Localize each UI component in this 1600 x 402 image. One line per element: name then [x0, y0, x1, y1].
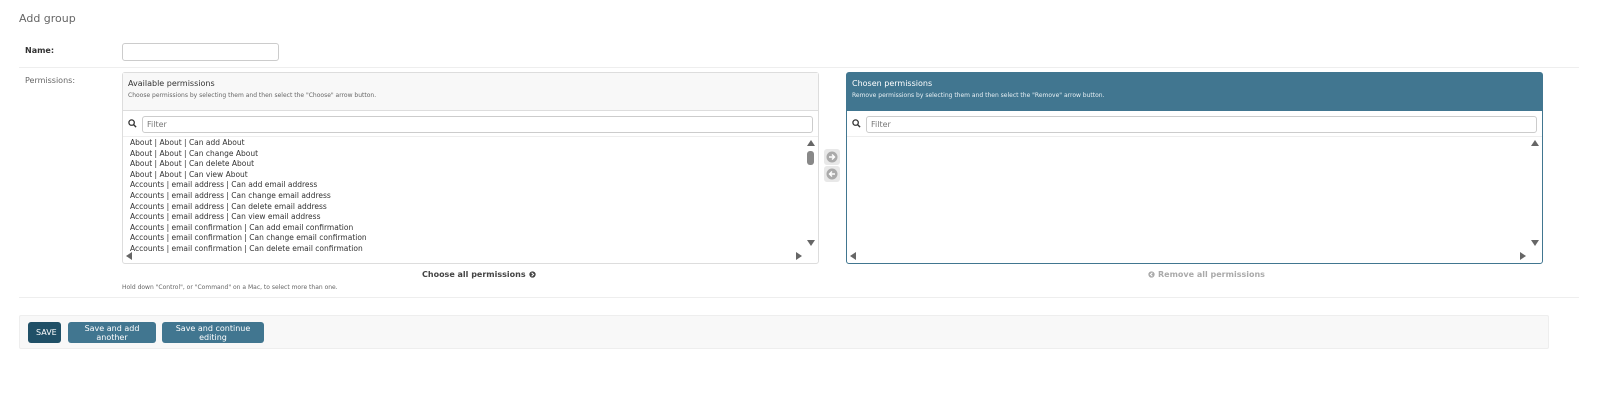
scroll-up-icon[interactable]: [807, 140, 815, 146]
scroll-up-icon[interactable]: [1531, 140, 1539, 146]
permission-option[interactable]: About | About | Can view About: [130, 170, 818, 181]
available-header: Available permissions Choose permissions…: [123, 73, 818, 111]
chosen-vertical-scrollbar[interactable]: [1530, 137, 1540, 249]
permission-option[interactable]: About | About | Can delete About: [130, 159, 818, 170]
available-filter-input[interactable]: [142, 116, 813, 133]
remove-all-label: Remove all permissions: [1158, 270, 1265, 279]
permission-option[interactable]: Accounts | email address | Can delete em…: [130, 202, 818, 213]
chosen-horizontal-scrollbar[interactable]: [847, 250, 1542, 262]
available-permissions-box: Available permissions Choose permissions…: [122, 72, 819, 264]
multi-select-help: Hold down "Control", or "Command" on a M…: [122, 284, 338, 291]
scroll-down-icon[interactable]: [1531, 240, 1539, 246]
available-permissions-list[interactable]: About | About | Can add About About | Ab…: [123, 137, 818, 262]
permission-option[interactable]: Accounts | email address | Can view emai…: [130, 212, 818, 223]
chosen-filter-input[interactable]: [866, 116, 1537, 133]
save-and-continue-button[interactable]: Save and continue editing: [162, 322, 264, 343]
permission-option[interactable]: Accounts | email address | Can change em…: [130, 191, 818, 202]
scroll-down-icon[interactable]: [807, 240, 815, 246]
available-title: Available permissions: [128, 79, 215, 88]
search-icon: [852, 119, 861, 128]
remove-all-link[interactable]: Remove all permissions: [1148, 270, 1265, 279]
permission-option[interactable]: Accounts | email confirmation | Can chan…: [130, 233, 818, 244]
chosen-help: Remove permissions by selecting them and…: [852, 92, 1105, 99]
permission-option[interactable]: Accounts | email confirmation | Can add …: [130, 223, 818, 234]
arrow-right-circle-icon: [826, 151, 838, 163]
chosen-title: Chosen permissions: [852, 79, 933, 88]
chosen-permissions-list[interactable]: [847, 137, 1542, 262]
remove-arrow-button[interactable]: [824, 166, 840, 182]
arrow-left-circle-icon: [826, 168, 838, 180]
permission-option[interactable]: Accounts | email address | Can add email…: [130, 180, 818, 191]
name-label: Name:: [25, 46, 55, 55]
name-input[interactable]: [122, 43, 279, 61]
scroll-thumb[interactable]: [807, 151, 814, 165]
scroll-right-icon[interactable]: [796, 252, 802, 260]
page-title: Add group: [19, 12, 76, 25]
submit-row: SAVE Save and add another Save and conti…: [19, 315, 1549, 349]
chosen-permissions-box: Chosen permissions Remove permissions by…: [846, 72, 1543, 264]
available-horizontal-scrollbar[interactable]: [123, 250, 818, 262]
available-vertical-scrollbar[interactable]: [806, 137, 816, 249]
choose-all-link[interactable]: Choose all permissions: [422, 270, 536, 279]
scroll-left-icon[interactable]: [850, 252, 856, 260]
permission-option[interactable]: About | About | Can add About: [130, 138, 818, 149]
permission-option[interactable]: About | About | Can change About: [130, 149, 818, 160]
save-button[interactable]: SAVE: [28, 322, 61, 343]
available-filter-row: [123, 111, 818, 137]
choose-all-label: Choose all permissions: [422, 270, 526, 279]
chosen-filter-row: [847, 111, 1542, 137]
chevron-left-circle-icon: [1148, 271, 1155, 278]
choose-arrow-button[interactable]: [824, 149, 840, 165]
chosen-header: Chosen permissions Remove permissions by…: [847, 73, 1542, 111]
available-help: Choose permissions by selecting them and…: [128, 92, 377, 99]
scroll-right-icon[interactable]: [1520, 252, 1526, 260]
permissions-label: Permissions:: [25, 76, 76, 85]
save-and-add-another-button[interactable]: Save and add another: [68, 322, 156, 343]
chevron-right-circle-icon: [528, 271, 536, 278]
scroll-left-icon[interactable]: [126, 252, 132, 260]
search-icon: [128, 119, 137, 128]
